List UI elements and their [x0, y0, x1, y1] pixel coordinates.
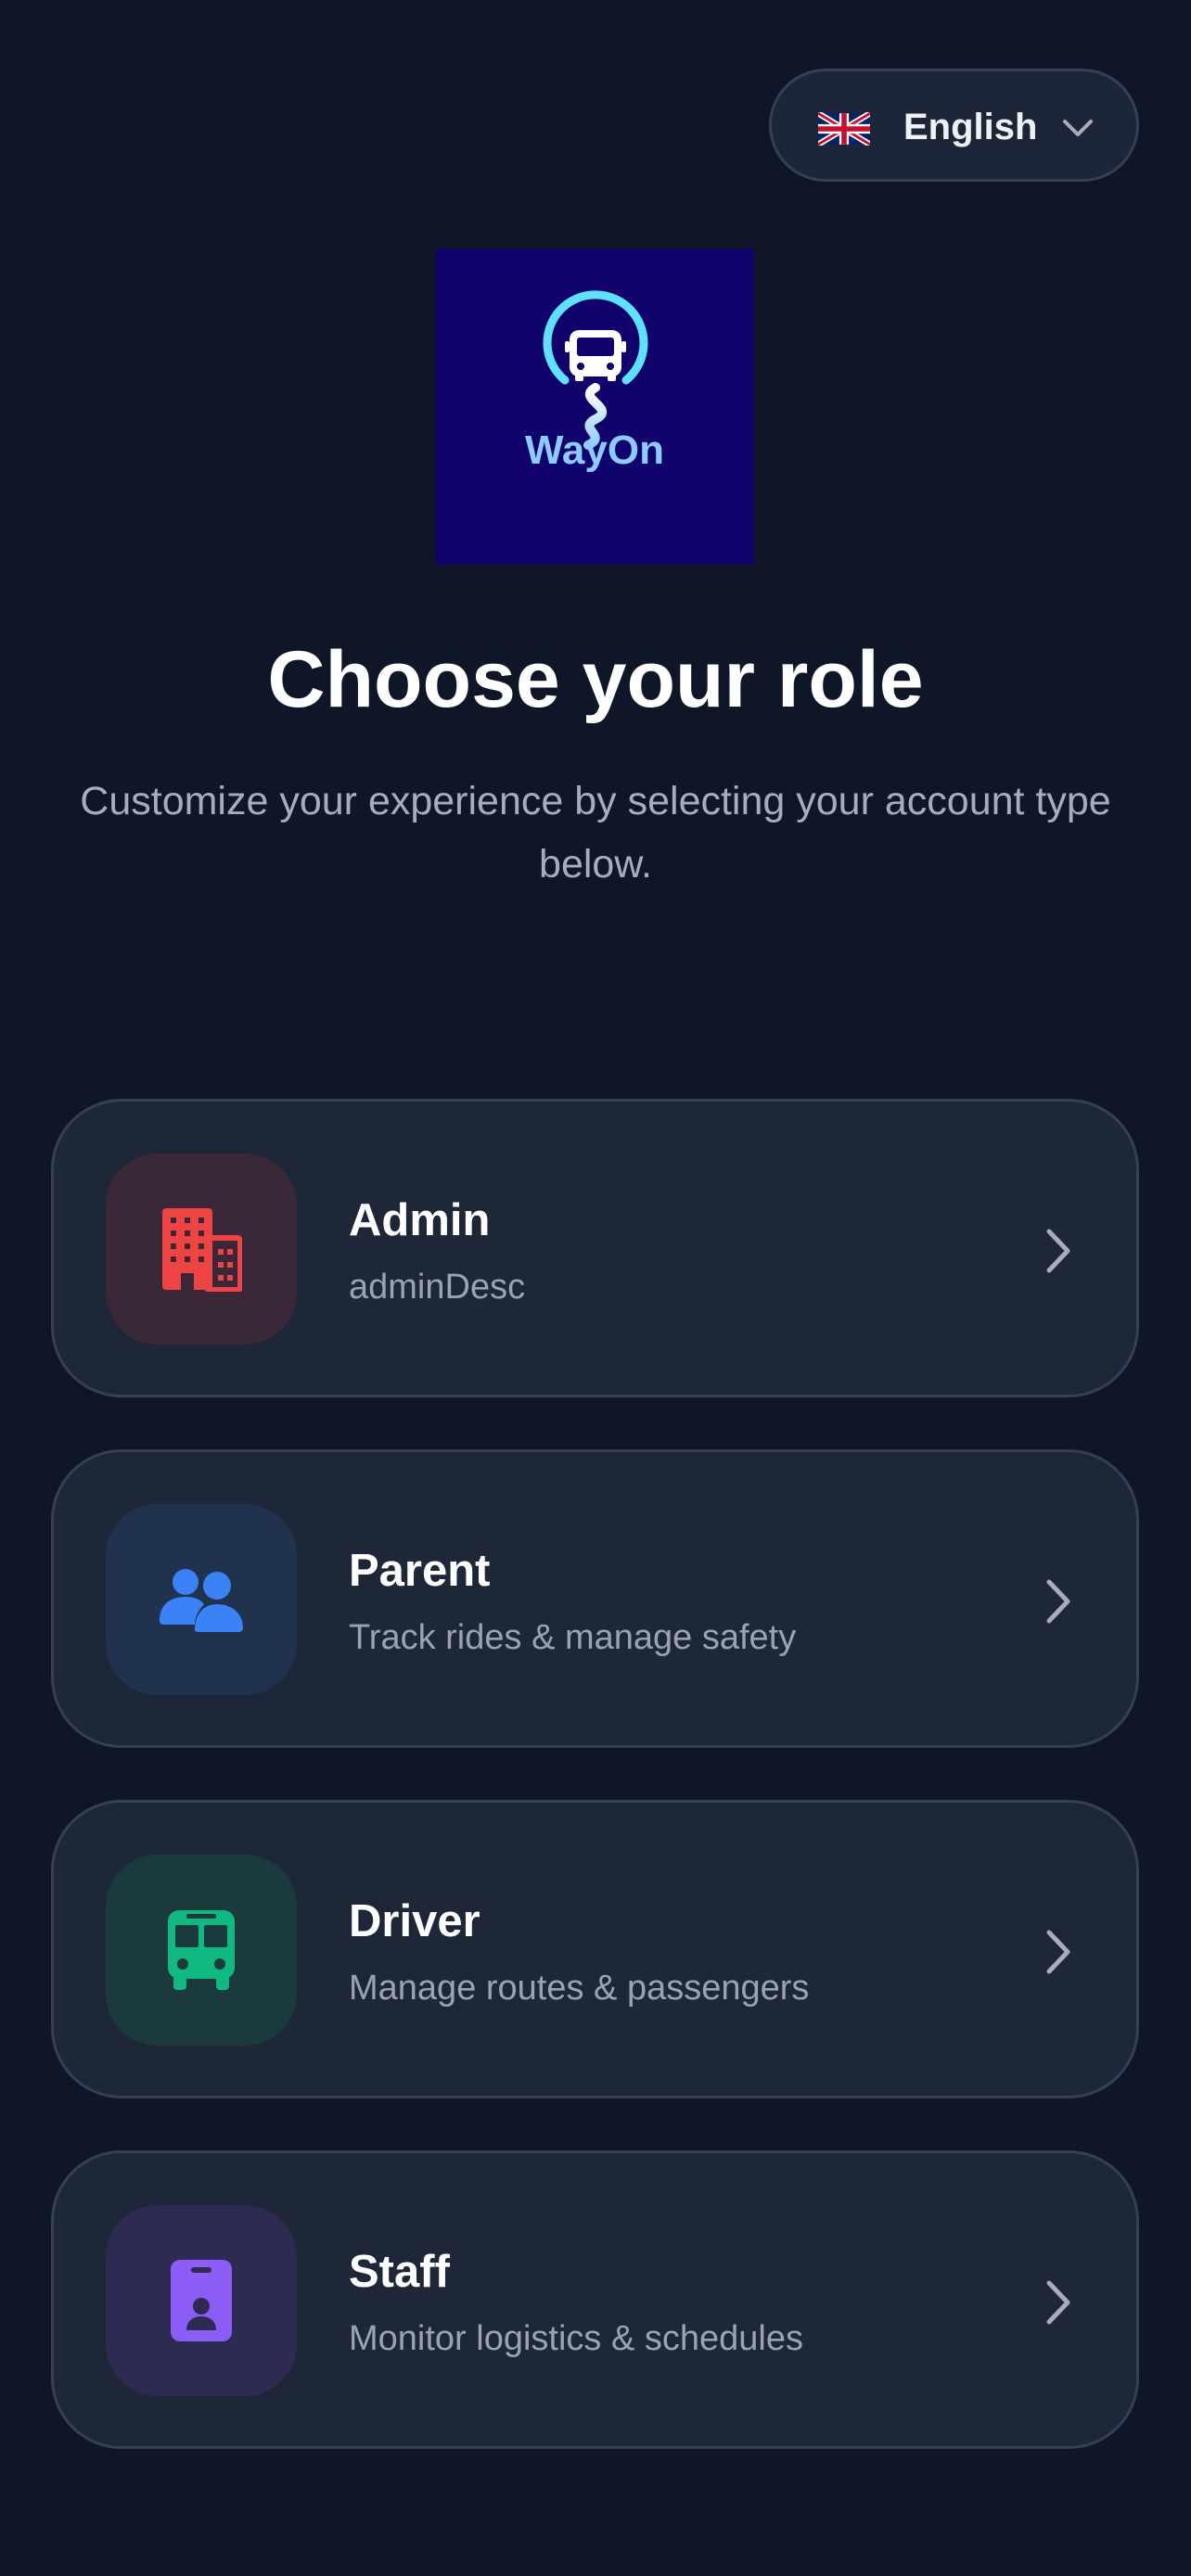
- role-title: Driver: [349, 1896, 480, 1946]
- role-card-admin[interactable]: Admin adminDesc: [51, 1099, 1139, 1397]
- language-label: English: [903, 107, 1038, 147]
- page-subtitle: Customize your experience by selecting y…: [80, 779, 1111, 886]
- chevron-right-icon: [1040, 1925, 1077, 1979]
- bus-icon: [166, 1908, 237, 1992]
- role-description: Monitor logistics & schedules: [349, 2319, 803, 2358]
- language-selector[interactable]: English: [769, 69, 1139, 182]
- role-title: Staff: [349, 2247, 450, 2297]
- role-icon-box: [106, 1154, 297, 1345]
- page-title: Choose your role: [267, 635, 924, 724]
- role-card-parent[interactable]: Parent Track rides & manage safety: [51, 1449, 1139, 1748]
- role-icon-box: [106, 2205, 297, 2396]
- role-card-driver[interactable]: Driver Manage routes & passengers: [51, 1800, 1139, 2098]
- building-icon: [160, 1206, 242, 1292]
- role-icon-box: [106, 1504, 297, 1695]
- chevron-down-icon: [1059, 112, 1096, 144]
- users-icon: [158, 1567, 245, 1632]
- logo-wordmark: WayOn: [525, 427, 664, 473]
- role-description: Track rides & manage safety: [349, 1618, 797, 1657]
- role-title: Parent: [349, 1546, 491, 1596]
- chevron-right-icon: [1040, 1224, 1077, 1278]
- role-description: adminDesc: [349, 1268, 526, 1307]
- wayon-logo: WayOn: [436, 249, 754, 565]
- role-icon-box: [106, 1855, 297, 2046]
- role-title: Admin: [349, 1195, 491, 1245]
- role-card-staff[interactable]: Staff Monitor logistics & schedules: [51, 2150, 1139, 2449]
- role-description: Manage routes & passengers: [349, 1969, 810, 2008]
- chevron-right-icon: [1040, 1575, 1077, 1628]
- chevron-right-icon: [1040, 2276, 1077, 2329]
- uk-flag-icon: [818, 112, 870, 146]
- id-badge-icon: [169, 2258, 234, 2343]
